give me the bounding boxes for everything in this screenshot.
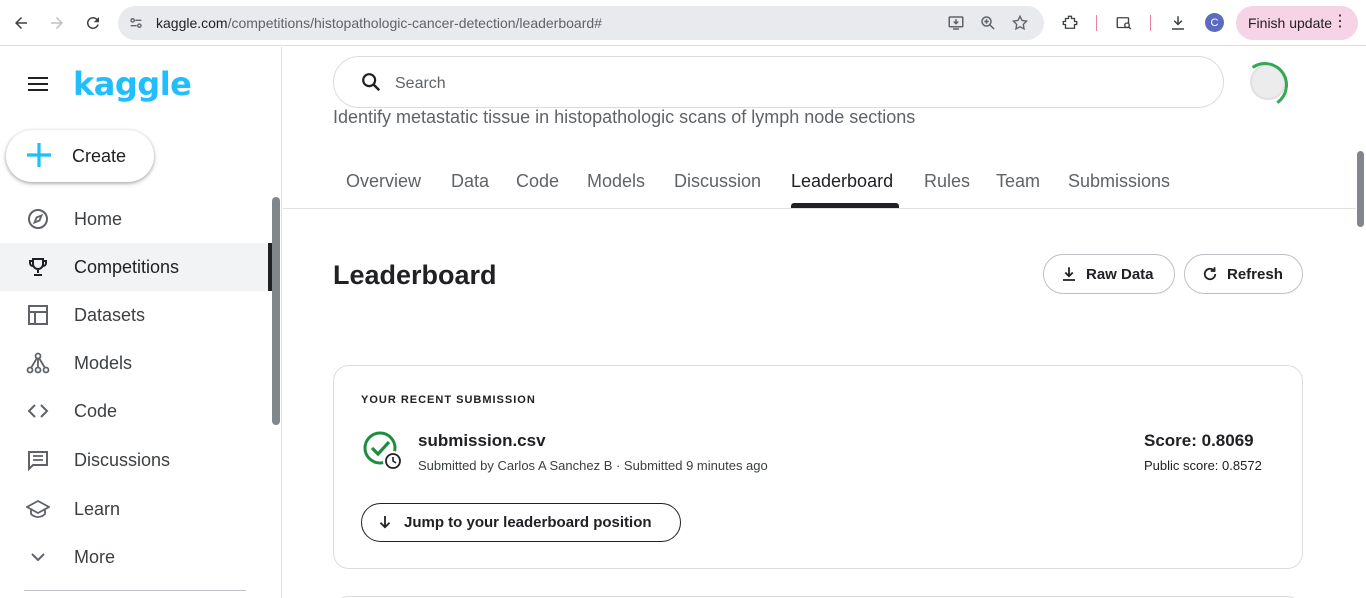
page-scrollbar-thumb[interactable]: [1357, 151, 1364, 227]
search-icon: [360, 71, 382, 93]
check-clock-icon: [361, 429, 405, 473]
trophy-icon: [26, 255, 50, 279]
tab-leaderboard[interactable]: Leaderboard: [791, 171, 893, 192]
kaggle-logo[interactable]: kaggle: [73, 65, 192, 103]
search-input[interactable]: Search: [333, 56, 1224, 108]
sidebar-item-home[interactable]: Home: [0, 195, 270, 243]
sidebar-item-learn[interactable]: Learn: [0, 485, 270, 533]
refresh-icon: [1201, 265, 1219, 283]
plus-icon: [24, 140, 54, 170]
extensions-icon[interactable]: [1058, 11, 1082, 35]
more-vert-icon: ⋮: [1332, 13, 1348, 30]
zoom-icon[interactable]: [978, 13, 998, 33]
avatar[interactable]: [1250, 64, 1286, 100]
tab-rules[interactable]: Rules: [924, 171, 970, 192]
code-icon: [26, 399, 50, 423]
menu-icon[interactable]: [26, 73, 50, 93]
sidebar-item-code[interactable]: Code: [0, 387, 270, 435]
tab-models[interactable]: Models: [587, 171, 645, 192]
arrow-down-icon: [376, 513, 394, 531]
tab-team[interactable]: Team: [996, 171, 1040, 192]
create-button[interactable]: Create: [6, 130, 154, 182]
sidebar: kaggle Create Home Competitions Datasets…: [0, 47, 282, 598]
download-icon: [1060, 265, 1078, 283]
finish-update-label: Finish update: [1248, 15, 1333, 31]
url-host: kaggle.com: [156, 15, 228, 31]
tab-search-icon[interactable]: [1112, 11, 1136, 35]
sidebar-item-models[interactable]: Models: [0, 339, 270, 387]
refresh-button[interactable]: Refresh: [1184, 254, 1303, 294]
sidebar-item-label: Discussions: [74, 450, 171, 470]
models-icon: [26, 351, 50, 375]
raw-data-label: Raw Data: [1086, 266, 1154, 283]
bookmark-star-icon[interactable]: [1010, 13, 1030, 33]
sidebar-scrollbar[interactable]: [272, 197, 280, 425]
table-icon: [26, 303, 50, 327]
submission-filename[interactable]: submission.csv: [418, 431, 546, 451]
sidebar-item-label: Home: [74, 209, 123, 229]
url-path: /competitions/histopathologic-cancer-det…: [227, 15, 602, 31]
recent-submission-heading: YOUR RECENT SUBMISSION: [361, 394, 536, 406]
compass-icon: [26, 207, 50, 231]
tab-active-indicator: [791, 203, 899, 208]
tab-overview[interactable]: Overview: [346, 171, 421, 192]
downloads-icon[interactable]: [1166, 11, 1190, 35]
finish-update-button[interactable]: Finish update ⋮: [1236, 6, 1358, 40]
forward-icon[interactable]: [45, 11, 69, 35]
tab-submissions[interactable]: Submissions: [1068, 171, 1170, 192]
competition-tabs: Overview Data Code Models Discussion Lea…: [283, 153, 1356, 209]
page-scrollbar[interactable]: [1356, 47, 1366, 598]
toolbar-separator-2: [1150, 15, 1151, 31]
sidebar-item-label: Datasets: [74, 305, 146, 325]
tab-discussion[interactable]: Discussion: [674, 171, 761, 192]
page-title: Leaderboard: [333, 260, 497, 290]
main-content: Identify metastatic tissue in histopatho…: [283, 47, 1356, 598]
sidebar-item-label: Code: [74, 401, 118, 421]
create-label: Create: [72, 146, 127, 166]
sidebar-divider: [24, 590, 246, 591]
submission-score: Score: 0.8069: [1144, 431, 1254, 450]
search-placeholder: Search: [395, 75, 446, 92]
raw-data-button[interactable]: Raw Data: [1043, 254, 1175, 294]
jump-label: Jump to your leaderboard position: [404, 514, 652, 531]
sidebar-item-more[interactable]: More: [0, 533, 270, 581]
refresh-label: Refresh: [1227, 266, 1283, 283]
install-app-icon[interactable]: [946, 13, 966, 33]
submission-meta: Submitted by Carlos A Sanchez B · Submit…: [418, 458, 768, 473]
competition-subtitle: Identify metastatic tissue in histopatho…: [333, 107, 916, 127]
sidebar-item-competitions[interactable]: Competitions: [0, 243, 270, 291]
school-icon: [25, 497, 51, 521]
reload-icon[interactable]: [81, 11, 105, 35]
chevron-down-icon: [26, 545, 50, 569]
tab-code[interactable]: Code: [516, 171, 559, 192]
sidebar-item-label: Competitions: [74, 257, 180, 277]
url-text: kaggle.com/competitions/histopathologic-…: [156, 15, 602, 31]
sidebar-item-datasets[interactable]: Datasets: [0, 291, 270, 339]
sidebar-item-label: Models: [74, 353, 133, 373]
sidebar-item-discussions[interactable]: Discussions: [0, 436, 270, 484]
address-bar[interactable]: kaggle.com/competitions/histopathologic-…: [118, 6, 1044, 40]
tab-data[interactable]: Data: [451, 171, 489, 192]
sidebar-item-label: Learn: [74, 499, 121, 519]
sidebar-item-label: More: [74, 547, 116, 567]
browser-toolbar: kaggle.com/competitions/histopathologic-…: [0, 0, 1366, 46]
profile-avatar[interactable]: C: [1205, 13, 1224, 32]
jump-to-position-button[interactable]: Jump to your leaderboard position: [361, 503, 681, 542]
toolbar-separator: [1096, 15, 1097, 31]
site-info-icon[interactable]: [126, 13, 146, 33]
public-score: Public score: 0.8572: [1144, 458, 1262, 473]
recent-submission-card: YOUR RECENT SUBMISSION submission.csv Su…: [333, 365, 1303, 569]
back-icon[interactable]: [9, 11, 33, 35]
discussion-icon: [26, 448, 50, 472]
